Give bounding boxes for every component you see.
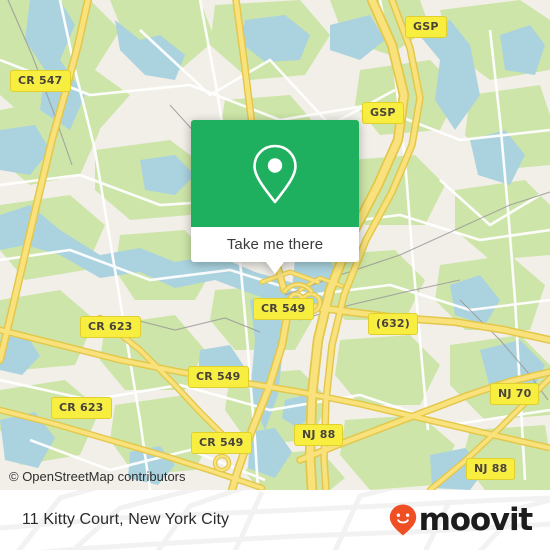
moovit-logo[interactable]: moovit [388,501,534,538]
road-shield[interactable]: GSP [362,102,404,124]
footer-bar: 11 Kitty Court, New York City moovit [0,490,550,550]
moovit-wordmark: moovit [418,501,534,538]
callout-pointer [266,262,284,274]
road-shield[interactable]: CR 549 [191,432,252,454]
road-shield[interactable]: NJ 88 [466,458,516,480]
road-shield[interactable]: NJ 70 [490,383,540,405]
map-canvas[interactable]: CR 547 GSP GSP CR 549 (632) CR 623 CR 54… [0,0,550,490]
address-label: 11 Kitty Court, New York City [22,511,230,528]
callout-green-panel [191,120,359,227]
road-shield[interactable]: (632) [368,313,419,335]
road-shield[interactable]: CR 623 [80,316,141,338]
take-me-there-callout[interactable]: Take me there [191,120,359,274]
road-shield[interactable]: CR 547 [10,70,71,92]
moovit-pin-icon [389,504,416,536]
road-shield[interactable]: NJ 88 [294,424,344,446]
callout-action-bar[interactable]: Take me there [191,227,359,262]
road-shield[interactable]: GSP [405,16,447,38]
osm-attribution[interactable]: © OpenStreetMap contributors [9,469,186,484]
road-shield[interactable]: CR 549 [188,366,249,388]
map-screenshot: CR 547 GSP GSP CR 549 (632) CR 623 CR 54… [0,0,550,550]
road-shield[interactable]: CR 623 [51,397,112,419]
location-pin-icon [253,144,297,203]
take-me-there-label: Take me there [226,236,324,253]
road-shield[interactable]: CR 549 [253,298,314,320]
